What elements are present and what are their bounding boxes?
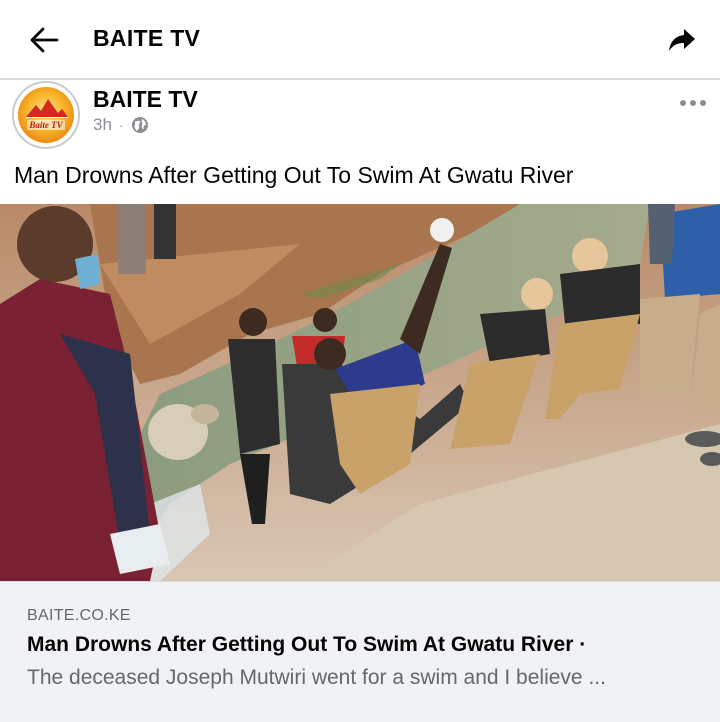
arrow-left-icon [30,27,59,53]
share-button[interactable] [666,24,698,56]
globe-icon [131,117,148,133]
avatar[interactable]: Baite TV [12,81,80,149]
post-time[interactable]: 3h [93,115,112,135]
more-horizontal-icon [680,100,706,106]
post-meta: 3h · [93,115,149,135]
post-caption: Man Drowns After Getting Out To Swim At … [14,162,574,188]
more-options-button[interactable] [678,96,708,110]
link-domain: BAITE.CO.KE [27,607,131,624]
back-button[interactable] [26,22,62,58]
baite-tv-logo: Baite TV [18,87,74,143]
link-preview-card[interactable]: BAITE.CO.KE Man Drowns After Getting Out… [0,581,720,722]
post-header: Baite TV BAITE TV 3h · [0,80,720,152]
app-bar-title: BAITE TV [93,25,201,51]
link-description: The deceased Joseph Mutwiri went for a s… [27,666,606,689]
link-title: Man Drowns After Getting Out To Swim At … [27,633,587,656]
river-rescue-photo [0,204,720,581]
page-name[interactable]: BAITE TV [93,86,198,113]
meta-separator: · [118,117,124,133]
svg-text:Baite TV: Baite TV [28,120,63,130]
share-arrow-icon [669,29,695,51]
post-photo[interactable] [0,204,720,581]
app-bar: BAITE TV [0,0,720,80]
